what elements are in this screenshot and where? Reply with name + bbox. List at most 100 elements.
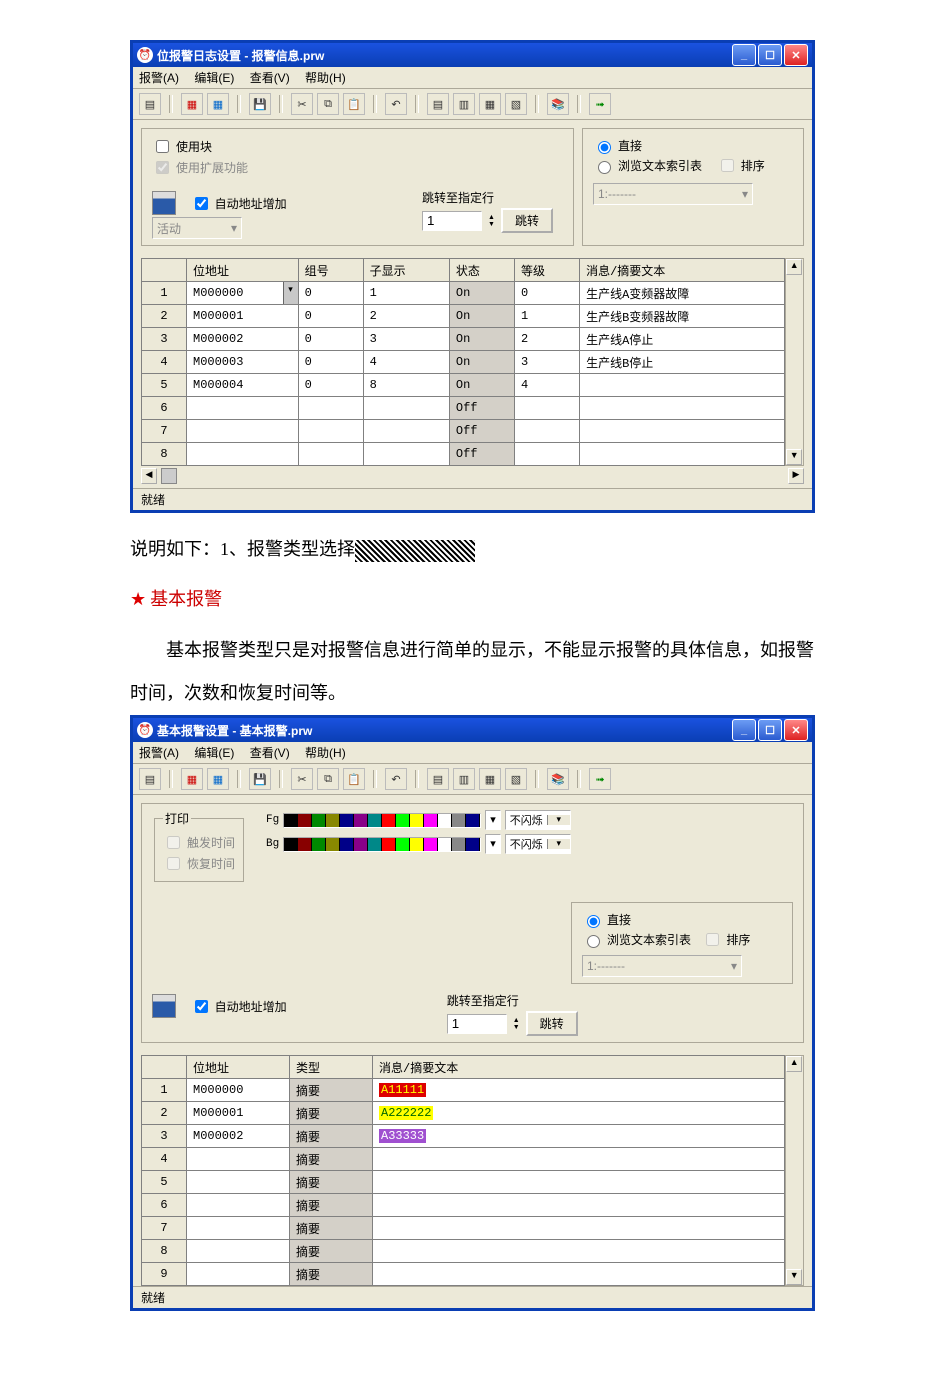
menu-help[interactable]: 帮助(H) [305,71,352,85]
cell-level[interactable]: 3 [515,351,580,374]
browse-radio[interactable] [587,935,600,948]
jump-input[interactable] [447,1014,507,1034]
cell-sub[interactable]: 8 [363,374,449,397]
col-group[interactable]: 组号 [298,259,363,282]
align3-icon[interactable]: ▦ [479,93,501,115]
cell-type[interactable]: 摘要 [290,1171,373,1194]
cell-msg[interactable] [580,374,784,397]
jump-input[interactable] [422,211,482,231]
color-swatch[interactable] [284,814,298,827]
color-swatch[interactable] [424,814,438,827]
menu-help[interactable]: 帮助(H) [305,746,352,760]
fg-blink-combo[interactable]: 不闪烁▾ [505,810,571,830]
cell-addr[interactable] [187,1171,290,1194]
tool-format-icon[interactable]: ▤ [139,768,161,790]
cell-addr[interactable]: M000000▾ [187,282,299,305]
align2-icon[interactable]: ▥ [453,93,475,115]
menu-alarm[interactable]: 报警(A) [139,71,185,85]
color-swatch[interactable] [354,838,368,851]
cell-sub[interactable]: 2 [363,305,449,328]
table-row[interactable]: 8Off [142,443,785,466]
tool-grid1-icon[interactable]: ▦ [181,768,203,790]
cell-msg[interactable] [373,1240,785,1263]
save-icon[interactable]: 💾 [249,93,271,115]
horizontal-scrollbar[interactable]: ◀ ▶ [133,466,812,488]
col-level[interactable]: 等级 [515,259,580,282]
spin-down-icon[interactable]: ▼ [488,221,495,228]
cell-sub[interactable] [363,397,449,420]
cell-group[interactable] [298,420,363,443]
jump-button[interactable]: 跳转 [526,1011,578,1036]
color-swatch[interactable] [382,838,396,851]
col-state[interactable]: 状态 [449,259,514,282]
align1-icon[interactable]: ▤ [427,768,449,790]
browse-radio[interactable] [598,161,611,174]
cell-state[interactable]: Off [449,420,514,443]
cell-addr[interactable]: M000000 [187,1079,290,1102]
minimize-button[interactable]: _ [732,44,756,66]
cell-type[interactable]: 摘要 [290,1148,373,1171]
cell-sub[interactable] [363,443,449,466]
cell-type[interactable]: 摘要 [290,1079,373,1102]
color-swatch[interactable] [368,814,382,827]
fg-swatches[interactable] [283,813,481,828]
undo-icon[interactable]: ↶ [385,768,407,790]
spin-down-icon[interactable]: ▼ [513,1024,520,1031]
cell-msg[interactable]: 生产线B变频器故障 [580,305,784,328]
lib-icon[interactable]: 📚 [547,768,569,790]
color-swatch[interactable] [298,838,312,851]
cell-addr[interactable]: M000002 [187,1125,290,1148]
table-row[interactable]: 9摘要 [142,1263,785,1286]
direct-radio[interactable] [587,915,600,928]
cell-type[interactable]: 摘要 [290,1217,373,1240]
close-button[interactable]: ✕ [784,44,808,66]
cell-type[interactable]: 摘要 [290,1102,373,1125]
cell-addr[interactable] [187,1240,290,1263]
spin-up-icon[interactable]: ▲ [488,214,495,221]
align1-icon[interactable]: ▤ [427,93,449,115]
cell-level[interactable] [515,420,580,443]
cell-state[interactable]: On [449,351,514,374]
scroll-up-icon[interactable]: ▲ [786,1056,802,1072]
color-swatch[interactable] [466,838,480,851]
color-swatch[interactable] [438,838,452,851]
cut-icon[interactable]: ✂ [291,93,313,115]
cell-type[interactable]: 摘要 [290,1240,373,1263]
scroll-left-icon[interactable]: ◀ [141,468,157,484]
color-swatch[interactable] [312,814,326,827]
cell-addr[interactable] [187,1194,290,1217]
cell-state[interactable]: Off [449,443,514,466]
titlebar[interactable]: ⏰ 位报警日志设置 - 报警信息.prw _ ☐ ✕ [133,43,812,67]
col-sub[interactable]: 子显示 [363,259,449,282]
color-swatch[interactable] [284,838,298,851]
cell-group[interactable]: 0 [298,328,363,351]
color-swatch[interactable] [326,814,340,827]
color-swatch[interactable] [396,814,410,827]
table-row[interactable]: 6摘要 [142,1194,785,1217]
scroll-down-icon[interactable]: ▼ [786,1269,802,1285]
maximize-button[interactable]: ☐ [758,719,782,741]
menu-edit[interactable]: 编辑(E) [194,71,240,85]
menu-alarm[interactable]: 报警(A) [139,746,185,760]
cell-group[interactable] [298,443,363,466]
paste-icon[interactable]: 📋 [343,768,365,790]
table-row[interactable]: 1M000000▾01On0生产线A变频器故障 [142,282,785,305]
table-row[interactable]: 8摘要 [142,1240,785,1263]
cell-type[interactable]: 摘要 [290,1125,373,1148]
cell-state[interactable]: On [449,374,514,397]
cell-level[interactable]: 2 [515,328,580,351]
titlebar[interactable]: ⏰ 基本报警设置 - 基本报警.prw _ ☐ ✕ [133,718,812,742]
color-swatch[interactable] [410,814,424,827]
align4-icon[interactable]: ▧ [505,768,527,790]
col-type[interactable]: 类型 [290,1056,373,1079]
cell-msg[interactable] [580,420,784,443]
color-swatch[interactable] [424,838,438,851]
color-swatch[interactable] [312,838,326,851]
color-swatch[interactable] [354,814,368,827]
cell-addr[interactable] [187,1263,290,1286]
alarm-grid[interactable]: 位地址 组号 子显示 状态 等级 消息/摘要文本 1M000000▾01On0生… [141,258,785,466]
bg-swatches[interactable] [283,837,481,852]
table-row[interactable]: 3M000002摘要A33333 [142,1125,785,1148]
cell-state[interactable]: On [449,305,514,328]
table-row[interactable]: 7摘要 [142,1217,785,1240]
